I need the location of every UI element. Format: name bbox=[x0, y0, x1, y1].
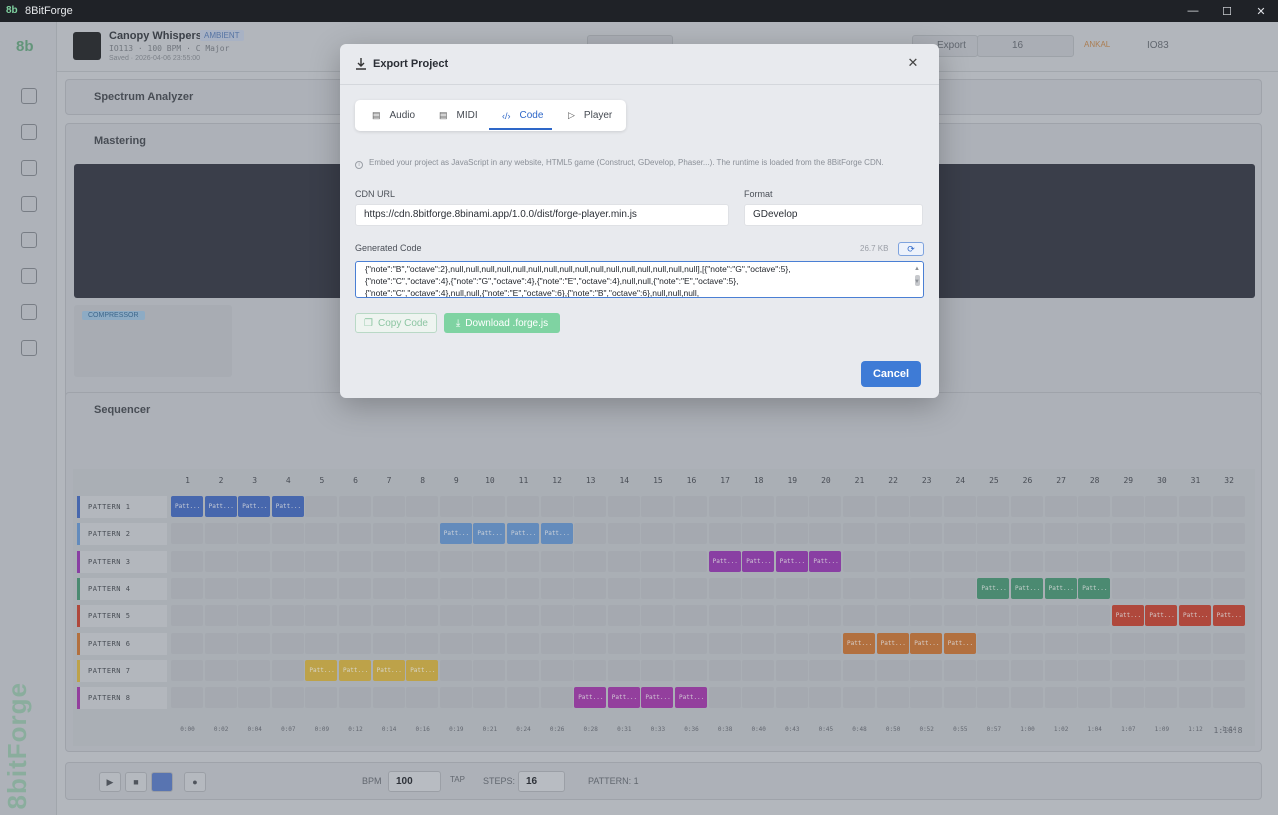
app-logo-icon: 8b bbox=[6, 5, 18, 16]
download-icon bbox=[356, 58, 366, 70]
window-title: 8BitForge bbox=[25, 5, 73, 17]
tab-player-label: Player bbox=[583, 110, 613, 121]
scroll-down-icon[interactable]: ▼ bbox=[914, 276, 920, 288]
cdn-url-label: CDN URL bbox=[355, 189, 396, 199]
generated-code-textarea[interactable]: {"note":"B","octave":2},null,null,null,n… bbox=[355, 261, 924, 298]
embed-info: i Embed your project as JavaScript in any… bbox=[355, 158, 884, 169]
cdn-url-field[interactable]: https://cdn.8bitforge.8binami.app/1.0.0/… bbox=[355, 204, 729, 226]
file-midi-icon: ▤ bbox=[439, 110, 448, 120]
format-label: Format bbox=[744, 189, 773, 199]
tab-code-label: Code bbox=[519, 110, 544, 121]
info-icon: i bbox=[355, 161, 363, 169]
minimize-button[interactable]: — bbox=[1176, 0, 1210, 22]
generated-code-label: Generated Code bbox=[355, 243, 422, 253]
tab-audio[interactable]: ▤ Audio bbox=[372, 100, 415, 131]
export-modal: Export Project ✕ ▤ Audio ▤ MIDI ‹/› Code… bbox=[340, 44, 939, 398]
download-forge-js-button[interactable]: ⤓ Download .forge.js bbox=[444, 313, 560, 333]
scroll-up-icon[interactable]: ▲ bbox=[914, 263, 920, 275]
code-scrollbar[interactable]: ▲ ▼ bbox=[913, 263, 922, 296]
tab-midi-label: MIDI bbox=[456, 110, 478, 121]
maximize-button[interactable]: ☐ bbox=[1210, 0, 1244, 22]
download-label: Download .forge.js bbox=[465, 317, 549, 329]
export-tabs: ▤ Audio ▤ MIDI ‹/› Code ▷ Player bbox=[355, 100, 626, 131]
window-titlebar: 8b 8BitForge — ☐ ✕ bbox=[0, 0, 1278, 22]
play-icon: ▷ bbox=[568, 110, 575, 120]
embed-info-text: Embed your project as JavaScript in any … bbox=[369, 158, 884, 167]
close-icon[interactable]: ✕ bbox=[906, 55, 920, 70]
code-size: 26.7 KB bbox=[860, 244, 889, 253]
cancel-button[interactable]: Cancel bbox=[861, 361, 921, 387]
copy-code-button[interactable]: ❐ Copy Code bbox=[355, 313, 437, 333]
active-tab-indicator bbox=[489, 128, 552, 130]
refresh-icon[interactable]: ⟳ bbox=[898, 242, 924, 256]
code-line: {"note":"B","octave":2},null,null,null,n… bbox=[365, 264, 791, 274]
code-icon: ‹/› bbox=[502, 110, 511, 121]
close-window-button[interactable]: ✕ bbox=[1244, 0, 1278, 22]
code-line: {"note":"C","octave":4},{"note":"G","oct… bbox=[365, 276, 739, 286]
format-select[interactable]: GDevelop bbox=[744, 204, 923, 226]
file-audio-icon: ▤ bbox=[372, 110, 381, 120]
download-icon: ⤓ bbox=[455, 317, 461, 329]
modal-title: Export Project bbox=[373, 58, 449, 70]
tab-midi[interactable]: ▤ MIDI bbox=[439, 100, 478, 131]
copy-icon: ❐ bbox=[364, 317, 373, 329]
window-controls: — ☐ ✕ bbox=[1176, 0, 1278, 22]
modal-header: Export Project ✕ bbox=[340, 44, 939, 85]
tab-audio-label: Audio bbox=[389, 110, 416, 121]
code-line: {"note":"C","octave":4},null,null,{"note… bbox=[365, 288, 700, 298]
tab-code[interactable]: ‹/› Code bbox=[502, 100, 543, 131]
copy-code-label: Copy Code bbox=[377, 317, 428, 329]
tab-player[interactable]: ▷ Player bbox=[568, 100, 612, 131]
